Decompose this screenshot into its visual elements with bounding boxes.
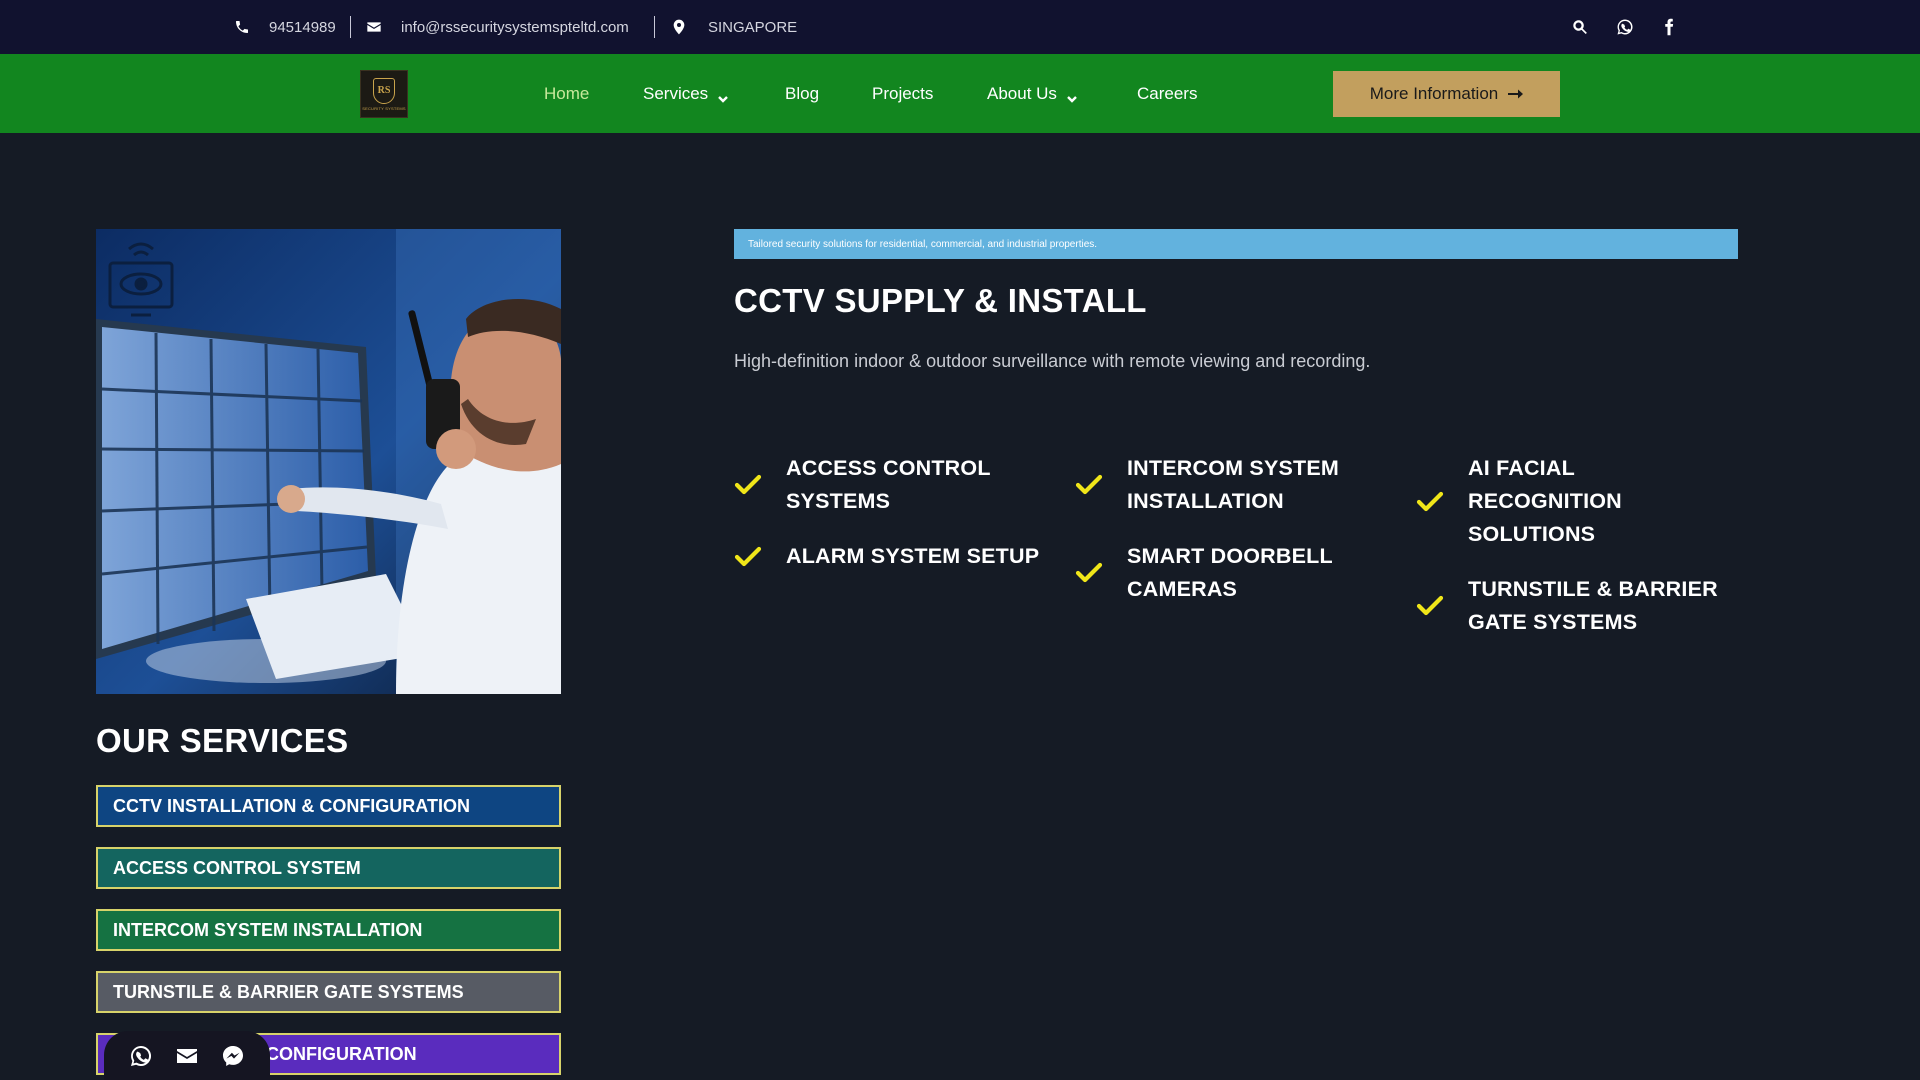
feature-line: SYSTEMS xyxy=(786,489,891,513)
feature-line: ACCESS CONTROL xyxy=(786,456,991,480)
feature-line: ALARM SYSTEM SETUP xyxy=(786,544,1040,568)
phone-contact[interactable]: 94514989 xyxy=(234,0,336,54)
feature-label: SMART DOORBELL CAMERAS xyxy=(1127,540,1333,606)
search-icon[interactable] xyxy=(1571,18,1589,36)
envelope-icon[interactable] xyxy=(174,1043,200,1069)
nav-home[interactable]: Home xyxy=(544,54,589,133)
nav-home-label: Home xyxy=(544,83,590,103)
feature-line: CAMERAS xyxy=(1127,577,1238,601)
whatsapp-icon[interactable] xyxy=(128,1043,154,1069)
whatsapp-icon[interactable] xyxy=(1616,18,1634,36)
map-pin-icon xyxy=(671,19,687,35)
top-contact-bar: 94514989 info@rssecuritysystemspteltd.co… xyxy=(0,0,1920,54)
feature-line: TURNSTILE & BARRIER xyxy=(1468,577,1718,601)
envelope-icon xyxy=(366,19,382,35)
check-icon xyxy=(1075,562,1103,584)
feature-line: GATE SYSTEMS xyxy=(1468,610,1638,634)
check-icon xyxy=(734,474,762,496)
nav-careers-label: Careers xyxy=(1137,83,1198,103)
service-access-control[interactable]: ACCESS CONTROL SYSTEM xyxy=(96,847,561,889)
feature-item: ALARM SYSTEM SETUP xyxy=(734,540,1039,573)
feature-item: ACCESS CONTROL SYSTEMS xyxy=(734,452,991,518)
nav-blog-label: Blog xyxy=(785,83,820,103)
feature-line: RECOGNITION xyxy=(1468,489,1622,513)
nav-careers[interactable]: Careers xyxy=(1137,54,1197,133)
feature-line: AI FACIAL xyxy=(1468,456,1575,480)
feature-line: INTERCOM SYSTEM xyxy=(1127,456,1340,480)
company-logo[interactable]: RS SECURITY SYSTEMS xyxy=(360,70,408,118)
feature-item: AI FACIAL RECOGNITION SOLUTIONS xyxy=(1416,452,1622,551)
feature-line: SOLUTIONS xyxy=(1468,522,1596,546)
nav-projects[interactable]: Projects xyxy=(872,54,933,133)
feature-label: TURNSTILE & BARRIER GATE SYSTEMS xyxy=(1468,573,1718,639)
email-contact[interactable]: info@rssecuritysystemspteltd.com xyxy=(366,0,629,54)
feature-label: ACCESS CONTROL SYSTEMS xyxy=(786,452,991,518)
check-icon xyxy=(1416,491,1444,513)
hero-image-security-operator xyxy=(96,229,561,694)
messenger-icon[interactable] xyxy=(220,1043,246,1069)
nav-blog[interactable]: Blog xyxy=(785,54,819,133)
feature-item: SMART DOORBELL CAMERAS xyxy=(1075,540,1333,606)
nav-about-us-label: About Us xyxy=(987,83,1057,103)
divider xyxy=(654,16,655,38)
phone-number: 94514989 xyxy=(269,18,336,36)
feature-label: INTERCOM SYSTEM INSTALLATION xyxy=(1127,452,1339,518)
divider xyxy=(350,16,351,38)
nav-services[interactable]: Services xyxy=(643,54,729,133)
more-information-label: More Information xyxy=(1369,84,1499,103)
our-services-heading: OUR SERVICES xyxy=(96,722,349,759)
nav-services-label: Services xyxy=(643,83,709,103)
more-information-button[interactable]: More Information xyxy=(1333,71,1560,117)
service-intercom-installation[interactable]: INTERCOM SYSTEM INSTALLATION xyxy=(96,909,561,951)
nav-projects-label: Projects xyxy=(872,83,934,103)
main-navigation: RS SECURITY SYSTEMS Home Services Blog P… xyxy=(0,54,1920,133)
phone-icon xyxy=(234,19,250,35)
service-cctv-installation[interactable]: CCTV INSTALLATION & CONFIGURATION xyxy=(96,785,561,827)
check-icon xyxy=(1075,474,1103,496)
logo-shield: RS xyxy=(373,77,395,104)
service-turnstile-barrier[interactable]: TURNSTILE & BARRIER GATE SYSTEMS xyxy=(96,971,561,1013)
page-title: CCTV SUPPLY & INSTALL xyxy=(734,282,1147,319)
location-contact: SINGAPORE xyxy=(671,0,797,54)
check-icon xyxy=(1416,595,1444,617)
feature-item: INTERCOM SYSTEM INSTALLATION xyxy=(1075,452,1339,518)
service-description: High-definition indoor & outdoor surveil… xyxy=(734,351,1371,371)
logo-subtext: SECURITY SYSTEMS xyxy=(362,105,406,111)
nav-about-us[interactable]: About Us xyxy=(987,54,1077,133)
feature-item: TURNSTILE & BARRIER GATE SYSTEMS xyxy=(1416,573,1718,639)
location-text: SINGAPORE xyxy=(708,18,798,36)
check-icon xyxy=(734,546,762,568)
feature-line: SMART DOORBELL xyxy=(1127,544,1333,568)
email-address: info@rssecuritysystemspteltd.com xyxy=(401,18,629,36)
floating-contact-widget xyxy=(104,1031,270,1080)
chevron-down-icon xyxy=(718,89,729,103)
feature-label: AI FACIAL RECOGNITION SOLUTIONS xyxy=(1468,452,1622,551)
arrow-right-icon xyxy=(1508,88,1524,100)
facebook-icon[interactable] xyxy=(1660,18,1678,36)
tagline-banner: Tailored security solutions for resident… xyxy=(734,229,1738,259)
feature-label: ALARM SYSTEM SETUP xyxy=(786,540,1039,573)
chevron-down-icon xyxy=(1067,89,1077,103)
feature-line: INSTALLATION xyxy=(1127,489,1284,513)
